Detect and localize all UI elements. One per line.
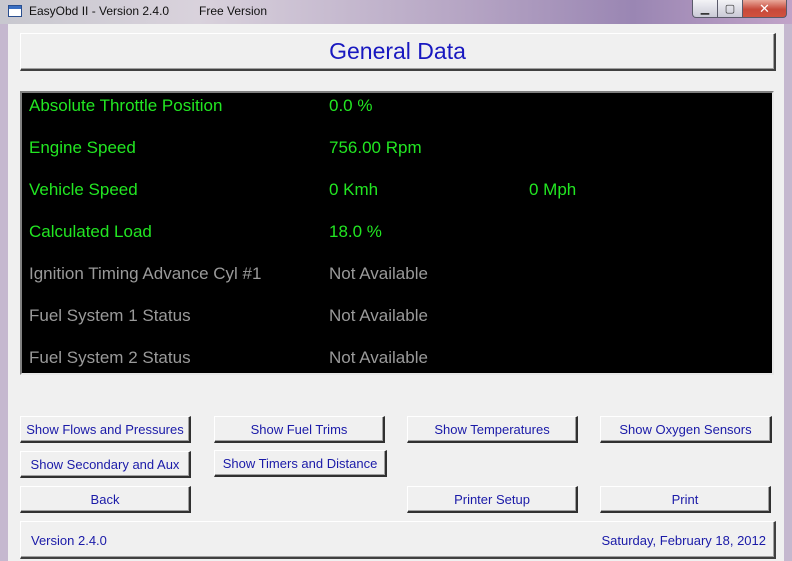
page-title: General Data bbox=[329, 38, 466, 64]
show-oxygen-sensors-button[interactable]: Show Oxygen Sensors bbox=[600, 416, 772, 443]
client-area: General Data Absolute Throttle Position … bbox=[8, 24, 784, 561]
data-value: 18.0 % bbox=[329, 222, 382, 241]
data-label: Fuel System 1 Status bbox=[29, 306, 191, 325]
data-value-mph: 0 Mph bbox=[529, 180, 577, 199]
show-temperatures-button[interactable]: Show Temperatures bbox=[407, 416, 578, 443]
date-label: Saturday, February 18, 2012 bbox=[601, 533, 766, 548]
data-label: Engine Speed bbox=[29, 138, 136, 157]
data-value: Not Available bbox=[329, 348, 428, 367]
window-titlebar[interactable]: EasyObd II - Version 2.4.0 Free Version … bbox=[0, 0, 792, 24]
data-value: 756.00 Rpm bbox=[329, 138, 422, 157]
show-flows-pressures-button[interactable]: Show Flows and Pressures bbox=[20, 416, 191, 443]
maximize-button[interactable]: ▢ bbox=[718, 0, 743, 18]
data-value: Not Available bbox=[329, 264, 428, 283]
window-title: EasyObd II - Version 2.4.0 bbox=[29, 4, 170, 18]
show-fuel-trims-button[interactable]: Show Fuel Trims bbox=[214, 416, 385, 443]
close-button[interactable]: ✕ bbox=[743, 0, 787, 18]
edition-label: Free Version bbox=[199, 4, 268, 18]
data-row-fuel-system-1: Fuel System 1 Status Not Available bbox=[22, 306, 772, 330]
data-row-vehicle-speed: Vehicle Speed 0 Kmh 0 Mph bbox=[22, 180, 772, 204]
status-bar: Version 2.4.0 Saturday, February 18, 201… bbox=[20, 521, 776, 559]
data-label: Ignition Timing Advance Cyl #1 bbox=[29, 264, 262, 283]
show-timers-distance-button[interactable]: Show Timers and Distance bbox=[214, 450, 387, 477]
maximize-icon: ▢ bbox=[724, 3, 736, 15]
minimize-icon: ▁ bbox=[700, 3, 710, 15]
window-frame: General Data Absolute Throttle Position … bbox=[0, 24, 792, 561]
version-label: Version 2.4.0 bbox=[31, 533, 107, 548]
close-icon: ✕ bbox=[759, 0, 770, 16]
data-value: 0.0 % bbox=[329, 96, 373, 115]
print-button[interactable]: Print bbox=[600, 486, 771, 513]
minimize-button[interactable]: ▁ bbox=[692, 0, 718, 18]
back-button[interactable]: Back bbox=[20, 486, 191, 513]
data-row-engine-speed: Engine Speed 756.00 Rpm bbox=[22, 138, 772, 162]
data-row-throttle-position: Absolute Throttle Position 0.0 % bbox=[22, 96, 772, 120]
data-value: 0 Kmh bbox=[329, 180, 379, 199]
data-label: Fuel System 2 Status bbox=[29, 348, 191, 367]
data-label: Absolute Throttle Position bbox=[29, 96, 223, 115]
data-row-calculated-load: Calculated Load 18.0 % bbox=[22, 222, 772, 246]
app-icon[interactable] bbox=[8, 5, 22, 17]
data-display-panel: Absolute Throttle Position 0.0 % Engine … bbox=[20, 91, 774, 375]
data-label: Calculated Load bbox=[29, 222, 152, 241]
data-row-ignition-timing: Ignition Timing Advance Cyl #1 Not Avail… bbox=[22, 264, 772, 288]
window-controls: ▁ ▢ ✕ bbox=[692, 0, 787, 18]
data-row-fuel-system-2: Fuel System 2 Status Not Available bbox=[22, 348, 772, 372]
data-label: Vehicle Speed bbox=[29, 180, 138, 199]
header-panel: General Data bbox=[20, 33, 776, 71]
show-secondary-aux-button[interactable]: Show Secondary and Aux bbox=[20, 451, 191, 478]
data-value: Not Available bbox=[329, 306, 428, 325]
printer-setup-button[interactable]: Printer Setup bbox=[407, 486, 578, 513]
